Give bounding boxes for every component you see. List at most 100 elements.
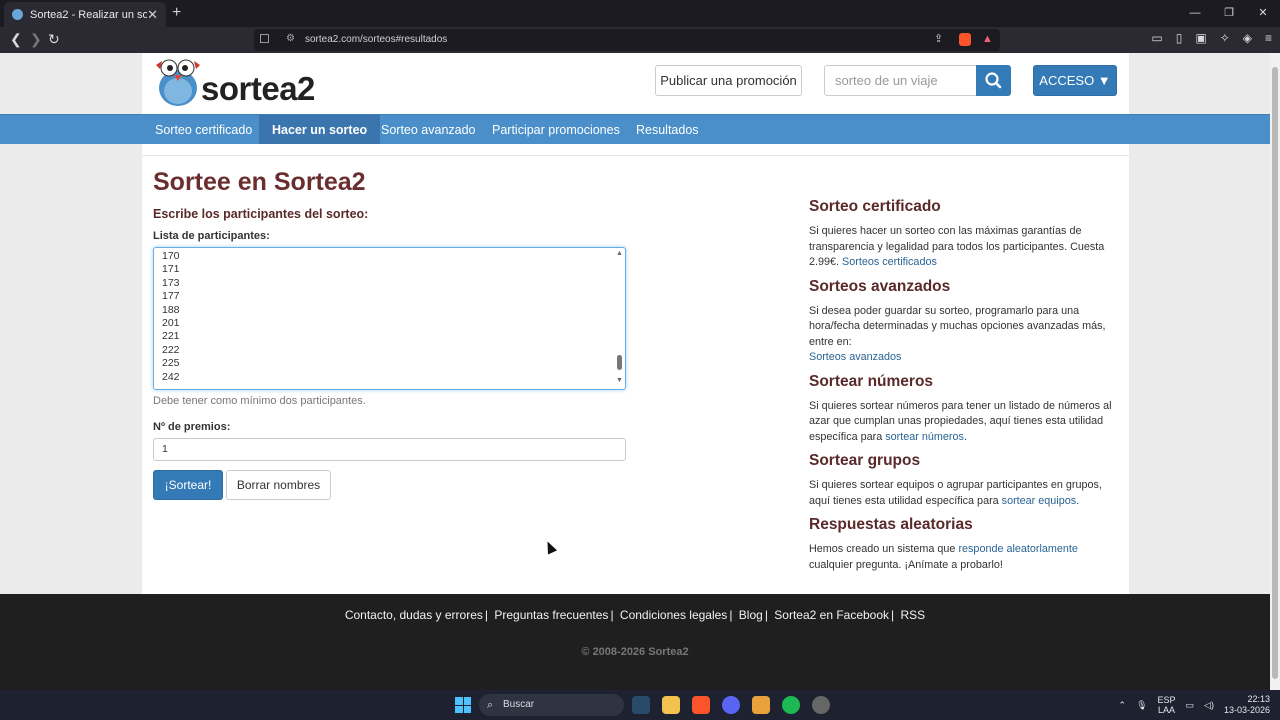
volume-icon[interactable]: ◁) [1204,700,1214,711]
page-scroll-thumb[interactable] [1272,67,1278,679]
windows-start-icon[interactable] [455,697,471,713]
share-icon[interactable]: ⇪ [934,32,943,45]
network-icon[interactable]: ▭ [1186,700,1195,711]
search-button[interactable] [976,65,1011,96]
footer-link-legal[interactable]: Condiciones legales [620,608,727,622]
scroll-up-icon[interactable]: ▲ [616,250,623,257]
nav-item-resultados[interactable]: Resultados [623,115,712,145]
nav-item-sorteo-certificado[interactable]: Sorteo certificado [142,115,265,145]
nav-item-hacer-sorteo[interactable]: Hacer un sorteo [259,115,381,145]
participants-textarea[interactable]: 170 171 173 177 188 201 221 222 225 242 … [153,247,626,390]
prizes-input[interactable]: 1 [153,438,626,461]
participant-line: 221 [162,330,180,343]
clock[interactable]: 22:13 13-03-2026 [1224,694,1270,716]
vpn-icon[interactable]: ◈ [1243,31,1252,45]
window-controls: — ❐ ✕ [1178,0,1280,27]
nav-item-sorteo-avanzado[interactable]: Sorteo avanzado [368,115,489,145]
minimize-button[interactable]: — [1178,0,1212,27]
link-sortear-equipos[interactable]: sortear equipos [1002,495,1076,507]
footer-link-rss[interactable]: RSS [901,608,926,622]
participant-line: 188 [162,303,180,316]
sidebar: Sorteo certificado Si quieres hacer un s… [809,198,1121,580]
scroll-down-icon[interactable]: ▼ [616,377,623,384]
textarea-scrollbar[interactable]: ▲ ▼ [616,250,623,384]
menu-icon[interactable]: ≡ [1265,31,1272,45]
scroll-thumb[interactable] [617,355,622,370]
discord-icon[interactable] [722,696,740,714]
footer-link-blog[interactable]: Blog [739,608,763,622]
sidebar-heading: Sortear números [809,372,934,390]
microphone-icon[interactable]: 🎙 [1136,700,1147,711]
search-icon [985,72,1002,89]
maximize-button[interactable]: ❐ [1212,0,1246,27]
site-footer: Contacto, dudas y errores | Preguntas fre… [0,594,1270,690]
sidebar-text: Si quieres hacer un sorteo con las máxim… [809,224,1121,271]
mascot-logo-icon [156,59,200,106]
forward-icon[interactable]: ❯ [30,31,42,48]
link-sorteos-certificados[interactable]: Sorteos certificados [842,256,937,268]
address-bar[interactable]: ☐ ⚙ sortea2.com/sorteos#resultados ⇪ ▲ [254,29,1000,51]
footer-separator: | [729,608,733,622]
taskbar-search[interactable]: ⌕ Buscar [479,694,624,716]
link-sortear-numeros[interactable]: sortear números [885,431,964,443]
file-explorer-icon[interactable] [662,696,680,714]
copyright: © 2008-2026 Sortea2 [581,646,689,658]
wallet-icon[interactable]: ▣ [1195,31,1206,45]
tray-chevron-icon[interactable]: ⌃ [1119,700,1127,711]
search-input[interactable]: sorteo de un viaje [824,65,977,96]
participant-line: 222 [162,343,180,356]
app-icon[interactable] [812,696,830,714]
participant-line: 173 [162,276,180,289]
page-scrollbar[interactable] [1270,53,1280,690]
bookmark-icon[interactable]: ☐ [259,32,270,46]
sidebar-heading: Sorteos avanzados [809,277,951,295]
page-title: Sortee en Sortea2 [153,168,366,196]
participants-label: Lista de participantes: [153,230,270,242]
keyboard-layout: LAA [1158,705,1176,715]
new-tab-button[interactable]: + [172,4,181,22]
link-respuestas-aleatorias[interactable]: responde aleatorlamente [958,543,1077,555]
participant-line: 171 [162,263,180,276]
link-sorteos-avanzados[interactable]: Sorteos avanzados [809,351,901,363]
app-icon[interactable] [752,696,770,714]
sidebar-icon[interactable]: ▯ [1176,31,1183,45]
system-tray: ⌃ 🎙 ESP LAA ▭ ◁) 22:13 13-03-2026 [1119,694,1270,716]
language-indicator[interactable]: ESP LAA [1158,695,1176,715]
spotify-icon[interactable] [782,696,800,714]
brave-shields-icon[interactable] [959,33,971,46]
steam-icon[interactable] [632,696,650,714]
clock-date: 13-03-2026 [1223,705,1270,715]
site-info-icon[interactable]: ⚙ [286,33,295,44]
clear-names-button[interactable]: Borrar nombres [226,470,331,500]
os-taskbar: ⌕ Buscar ⌃ 🎙 ESP LAA ▭ ◁) 22:13 13-03-20… [0,690,1280,720]
footer-separator: | [764,608,768,622]
footer-links: Contacto, dudas y errores | Preguntas fre… [0,608,1270,622]
reader-icon[interactable]: ▭ [1151,31,1162,45]
sidebar-text: Si quieres sortear equipos o agrupar par… [809,478,1121,509]
taskbar-apps [632,696,830,714]
footer-separator: | [610,608,614,622]
participant-line: 225 [162,357,180,370]
tab-close-icon[interactable]: ✕ [147,7,158,23]
publish-promotion-button[interactable]: Publicar una promoción [655,65,802,96]
brave-browser-icon[interactable] [692,696,710,714]
reload-icon[interactable]: ↻ [48,31,60,48]
browser-tab[interactable]: Sortea2 - Realizar un sorteo ✕ [4,2,166,27]
leo-icon[interactable]: ✧ [1220,31,1230,45]
login-dropdown-button[interactable]: ACCESO ▼ [1033,65,1117,96]
footer-separator: | [484,608,489,622]
close-window-button[interactable]: ✕ [1246,0,1280,27]
brave-rewards-icon[interactable]: ▲ [982,33,993,45]
sortear-button[interactable]: ¡Sortear! [153,470,223,500]
footer-link-faq[interactable]: Preguntas frecuentes [494,608,608,622]
prizes-label: Nº de premios: [153,421,231,433]
back-icon[interactable]: ❮ [10,31,22,48]
sidebar-paragraph-end: . [963,430,967,443]
site-logo[interactable]: sortea2 [154,55,324,107]
nav-item-participar-promociones[interactable]: Participar promociones [479,115,633,145]
footer-link-contacto[interactable]: Contacto, dudas y errores [345,608,483,622]
taskbar-search-label: Buscar [503,699,535,710]
form-subtitle: Escribe los participantes del sorteo: [153,207,369,221]
footer-link-facebook[interactable]: Sortea2 en Facebook [774,608,889,622]
browser-tools: ▭ ▯ ▣ ✧ ◈ ≡ [1151,31,1272,45]
